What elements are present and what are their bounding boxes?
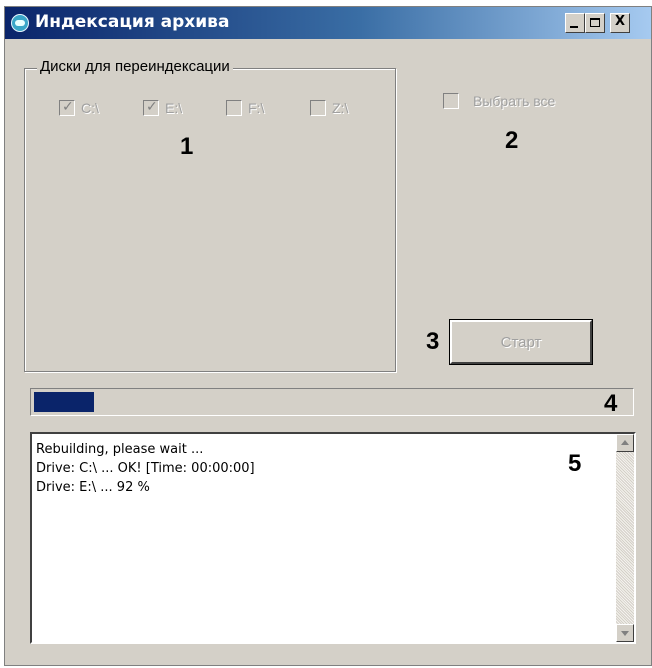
drives-group-legend: Диски для переиндексации	[37, 58, 233, 75]
drive-e-checkbox[interactable]: ✓	[143, 99, 159, 116]
start-button-label: Старт	[500, 334, 542, 351]
drive-f-label: F:\	[248, 100, 265, 116]
checkmark-icon: ✓	[146, 99, 158, 115]
drive-c-label: C:\	[81, 100, 99, 116]
title-bar[interactable]: Индексация архива X	[5, 7, 651, 39]
maximize-button[interactable]	[585, 13, 605, 33]
callout-2: 2	[505, 127, 519, 154]
start-button[interactable]: Старт	[449, 319, 593, 365]
callout-3: 3	[426, 328, 440, 355]
progress-fill	[34, 392, 94, 412]
select-all-label: Выбрать все	[473, 93, 556, 109]
callout-5: 5	[568, 450, 582, 477]
callout-1: 1	[180, 133, 194, 160]
app-icon	[11, 14, 29, 32]
drive-c-checkbox[interactable]: ✓	[59, 99, 75, 116]
callout-4: 4	[604, 390, 618, 417]
close-button[interactable]: X	[610, 13, 630, 33]
scroll-up-button[interactable]	[616, 434, 634, 452]
log-line: Drive: C:\ ... OK! [Time: 00:00:00]	[36, 461, 255, 476]
window-title: Индексация архива	[35, 12, 230, 32]
minimize-icon	[570, 26, 578, 28]
drive-f-checkbox[interactable]	[226, 100, 242, 116]
maximize-icon	[590, 18, 600, 27]
arrow-down-icon	[621, 631, 629, 636]
log-line: Rebuilding, please wait ...	[36, 442, 204, 457]
log-lines: Rebuilding, please wait ... Drive: C:\ .…	[36, 440, 255, 497]
checkmark-icon: ✓	[62, 99, 74, 115]
progress-bar	[30, 388, 634, 416]
drives-groupbox: Диски для переиндексации ✓ C:\ ✓ E:\ F:\…	[24, 58, 396, 372]
scroll-down-button[interactable]	[616, 624, 634, 642]
log-textbox[interactable]: Rebuilding, please wait ... Drive: C:\ .…	[30, 432, 636, 644]
minimize-button[interactable]	[565, 13, 585, 33]
drive-e-label: E:\	[165, 100, 183, 116]
close-icon: X	[614, 14, 626, 29]
arrow-up-icon	[621, 440, 629, 445]
drive-z-label: Z:\	[332, 100, 349, 116]
select-all-checkbox[interactable]	[443, 93, 459, 109]
log-scrollbar[interactable]	[616, 434, 634, 642]
drive-z-checkbox[interactable]	[310, 100, 326, 116]
log-line: Drive: E:\ ... 92 %	[36, 480, 150, 495]
